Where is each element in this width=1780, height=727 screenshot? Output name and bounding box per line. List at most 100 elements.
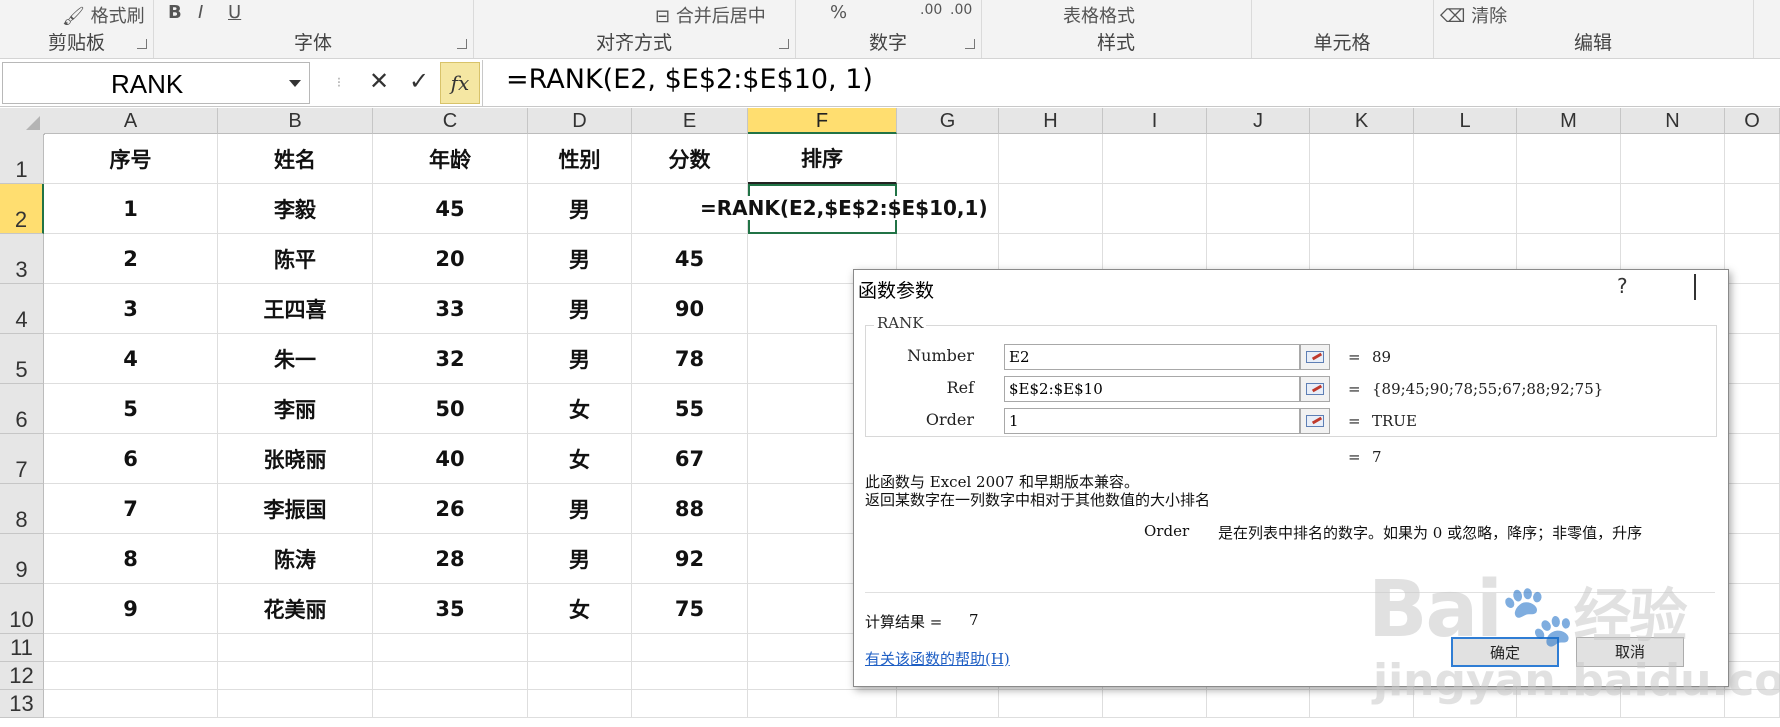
collapse-dialog-icon[interactable] (1300, 408, 1330, 434)
cell-b7[interactable]: 张晓丽 (218, 434, 373, 484)
name-box[interactable]: RANK (2, 62, 310, 104)
cell-f1[interactable]: 排序 (748, 134, 897, 184)
collapse-dialog-icon[interactable] (1300, 376, 1330, 402)
column-header-a[interactable]: A (44, 108, 218, 134)
cell-b10[interactable]: 花美丽 (218, 584, 373, 634)
cancel-icon[interactable]: ✕ (360, 62, 398, 102)
row-header-5[interactable]: 5 (0, 334, 44, 384)
cell-d1[interactable]: 性别 (528, 134, 632, 184)
cell-a8[interactable]: 7 (44, 484, 218, 534)
select-all-corner[interactable] (0, 108, 45, 135)
collapse-dialog-icon[interactable] (1300, 344, 1330, 370)
column-header-j[interactable]: J (1207, 108, 1310, 134)
cell-n2[interactable] (1621, 184, 1725, 234)
cell-e9[interactable]: 92 (632, 534, 748, 584)
cell-h13[interactable] (999, 690, 1103, 718)
row-header-9[interactable]: 9 (0, 534, 44, 584)
cell-e10[interactable]: 75 (632, 584, 748, 634)
cell-c4[interactable]: 33 (373, 284, 528, 334)
cell-j1[interactable] (1207, 134, 1310, 184)
order-input[interactable]: 1 (1004, 408, 1300, 434)
cell-o11[interactable] (1725, 634, 1780, 662)
cell-m13[interactable] (1517, 690, 1621, 718)
cell-b11[interactable] (218, 634, 373, 662)
cell-m2[interactable] (1517, 184, 1621, 234)
cell-a3[interactable]: 2 (44, 234, 218, 284)
cell-c3[interactable]: 20 (373, 234, 528, 284)
cell-b1[interactable]: 姓名 (218, 134, 373, 184)
cell-c12[interactable] (373, 662, 528, 690)
cell-l1[interactable] (1414, 134, 1517, 184)
help-icon[interactable]: ? (1617, 274, 1628, 298)
column-header-i[interactable]: I (1103, 108, 1207, 134)
column-header-e[interactable]: E (632, 108, 748, 134)
cell-e12[interactable] (632, 662, 748, 690)
cell-o9[interactable] (1725, 534, 1780, 584)
number-input[interactable]: E2 (1004, 344, 1300, 370)
cell-c6[interactable]: 50 (373, 384, 528, 434)
cell-o12[interactable] (1725, 662, 1780, 690)
column-header-c[interactable]: C (373, 108, 528, 134)
cell-a12[interactable] (44, 662, 218, 690)
cell-o13[interactable] (1725, 690, 1780, 718)
row-header-7[interactable]: 7 (0, 434, 44, 484)
formula-input[interactable]: =RANK(E2, $E$2:$E$10, 1) (506, 64, 873, 95)
cell-d8[interactable]: 男 (528, 484, 632, 534)
cell-c7[interactable]: 40 (373, 434, 528, 484)
row-header-11[interactable]: 11 (0, 634, 44, 662)
cell-a4[interactable]: 3 (44, 284, 218, 334)
cell-d2[interactable]: 男 (528, 184, 632, 234)
cell-a6[interactable]: 5 (44, 384, 218, 434)
cell-b3[interactable]: 陈平 (218, 234, 373, 284)
ok-button[interactable]: 确定 (1451, 637, 1559, 667)
cell-a1[interactable]: 序号 (44, 134, 218, 184)
cell-c9[interactable]: 28 (373, 534, 528, 584)
cell-b8[interactable]: 李振国 (218, 484, 373, 534)
cancel-button[interactable]: 取消 (1576, 637, 1684, 667)
cell-i2[interactable] (1103, 184, 1207, 234)
row-header-3[interactable]: 3 (0, 234, 44, 284)
cell-c13[interactable] (373, 690, 528, 718)
cell-o5[interactable] (1725, 334, 1780, 384)
cell-n1[interactable] (1621, 134, 1725, 184)
ref-input[interactable]: $E$2:$E$10 (1004, 376, 1300, 402)
column-header-l[interactable]: L (1414, 108, 1517, 134)
dialog-launcher-icon[interactable] (779, 39, 789, 49)
cell-l2[interactable] (1414, 184, 1517, 234)
column-header-d[interactable]: D (528, 108, 632, 134)
cell-i13[interactable] (1103, 690, 1207, 718)
cell-o7[interactable] (1725, 434, 1780, 484)
cell-b4[interactable]: 王四喜 (218, 284, 373, 334)
insert-function-button[interactable]: fx (440, 62, 480, 104)
cell-e6[interactable]: 55 (632, 384, 748, 434)
cell-e8[interactable]: 88 (632, 484, 748, 534)
cell-d12[interactable] (528, 662, 632, 690)
cell-a2[interactable]: 1 (44, 184, 218, 234)
function-help-link[interactable]: 有关该函数的帮助(H) (865, 648, 1010, 669)
cell-e5[interactable]: 78 (632, 334, 748, 384)
row-header-4[interactable]: 4 (0, 284, 44, 334)
row-header-1[interactable]: 1 (0, 134, 44, 184)
cell-c5[interactable]: 32 (373, 334, 528, 384)
cell-b2[interactable]: 李毅 (218, 184, 373, 234)
row-header-12[interactable]: 12 (0, 662, 44, 690)
cell-g13[interactable] (897, 690, 999, 718)
cell-b12[interactable] (218, 662, 373, 690)
cell-c1[interactable]: 年龄 (373, 134, 528, 184)
cell-a9[interactable]: 8 (44, 534, 218, 584)
cell-f13[interactable] (748, 690, 897, 718)
dialog-launcher-icon[interactable] (965, 39, 975, 49)
cell-d6[interactable]: 女 (528, 384, 632, 434)
cell-c8[interactable]: 26 (373, 484, 528, 534)
cell-a7[interactable]: 6 (44, 434, 218, 484)
cell-d13[interactable] (528, 690, 632, 718)
cell-a11[interactable] (44, 634, 218, 662)
cell-o8[interactable] (1725, 484, 1780, 534)
cell-g1[interactable] (897, 134, 999, 184)
column-header-n[interactable]: N (1621, 108, 1725, 134)
cell-d5[interactable]: 男 (528, 334, 632, 384)
dialog-launcher-icon[interactable] (457, 39, 467, 49)
chevron-down-icon[interactable] (289, 80, 301, 87)
column-header-h[interactable]: H (999, 108, 1103, 134)
row-header-10[interactable]: 10 (0, 584, 44, 634)
